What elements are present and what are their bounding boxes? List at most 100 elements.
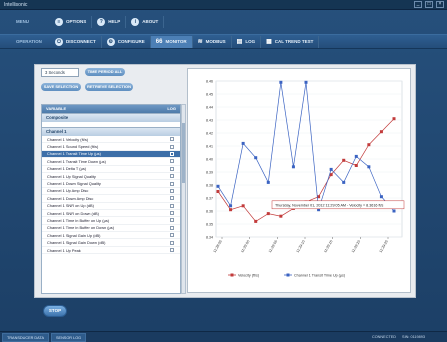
log-checkbox[interactable]	[170, 181, 174, 186]
menu-label: MENU	[16, 19, 29, 24]
variable-row[interactable]: Channel 1 SNR on Up (dB)	[42, 203, 180, 210]
y-tick-label: 8.35	[206, 222, 213, 226]
save-selection-button[interactable]: SAVE SELECTION	[41, 83, 81, 91]
cal-trend-test-label: CAL TREND TEST	[274, 39, 314, 44]
variable-row[interactable]: Channel 1 Down Signal Quality	[42, 180, 180, 188]
log-button[interactable]: ▤ LOG	[232, 35, 262, 48]
variable-row[interactable]: Channel 1 SNR on Down (dB)	[42, 210, 180, 218]
about-menu-item[interactable]: i ABOUT	[126, 15, 165, 28]
variable-row[interactable]: Channel 1 Down Amp Disc	[42, 195, 180, 203]
about-label: ABOUT	[142, 19, 159, 24]
log-checkbox[interactable]	[170, 211, 174, 216]
legend-label: Channel 1 Transit Time Up (µs)	[294, 273, 345, 277]
y-tick-label: 8.43	[206, 118, 213, 122]
data-point	[392, 209, 396, 213]
trend-chart-panel: 8.46 8.45 8.44 8.43 8.42 8.41 8.40 8.39 8.38 8.37…	[187, 68, 411, 293]
options-menu-item[interactable]: ≡ OPTIONS	[50, 15, 93, 28]
close-button[interactable]: ×	[436, 1, 444, 8]
time-period-button[interactable]: TIME PERIOD ALL	[85, 68, 125, 76]
variable-row[interactable]: Channel 1 Signal Gain Down (dB)	[42, 239, 180, 247]
transducer-data-tab[interactable]: TRANSDUCER DATA	[2, 332, 49, 342]
log-checkbox[interactable]	[170, 166, 174, 171]
data-point	[216, 190, 220, 193]
connection-status: CONNECTED SIN: 0119893	[372, 335, 425, 339]
wireless-icon: ≋	[197, 39, 203, 45]
app-window: Intellisonic _ □ × MENU ≡ OPTIONS ? HELP…	[0, 0, 447, 342]
serial-number: SIN: 0119893	[402, 335, 425, 339]
x-tick-label: 11:29:05	[268, 240, 278, 254]
help-label: HELP	[108, 19, 121, 24]
group-composite[interactable]: Composite	[42, 113, 180, 122]
data-point	[392, 117, 396, 121]
variable-row[interactable]: Channel 1 Time in Buffer on Down (µs)	[42, 225, 180, 233]
log-checkbox[interactable]	[170, 137, 174, 142]
log-checkbox[interactable]	[170, 196, 174, 201]
log-checkbox[interactable]	[170, 144, 174, 149]
variable-row[interactable]: Channel 1 Up Amp Disc	[42, 188, 180, 196]
monitor-icon: 66	[155, 38, 163, 45]
variable-row-label: Channel 1 Up Signal Quality	[47, 173, 96, 179]
disconnect-label: DISCONNECT	[66, 39, 96, 44]
window-titlebar: Intellisonic _ □ ×	[0, 0, 447, 10]
monitor-button[interactable]: 66 MONITOR	[150, 35, 193, 48]
log-checkbox[interactable]	[170, 233, 174, 238]
data-point	[367, 143, 371, 147]
log-checkbox[interactable]	[170, 248, 174, 253]
data-point	[354, 154, 358, 158]
app-name: Intellisonic	[4, 2, 28, 8]
legend-label: Velocity (ft/s)	[238, 273, 259, 277]
log-checkbox[interactable]	[170, 203, 174, 208]
window-controls: _ □ ×	[414, 1, 444, 8]
modbus-button[interactable]: ≋ MODBUS	[193, 35, 232, 48]
legend-marker	[286, 273, 290, 277]
data-point	[229, 204, 233, 208]
cal-trend-test-button[interactable]: ▦ CAL TREND TEST	[261, 35, 320, 48]
sensor-log-tab[interactable]: SENSOR LOG	[51, 332, 87, 342]
variable-row[interactable]: Channel 1 Up Signal Quality	[42, 173, 180, 181]
log-checkbox[interactable]	[170, 159, 174, 164]
y-tick-label: 8.36	[206, 209, 213, 213]
configure-button[interactable]: ⚙ CONFIGURE	[102, 35, 151, 48]
variable-row-label: Channel 1 Up Peak	[47, 247, 81, 253]
data-point	[216, 184, 220, 188]
variable-row[interactable]: Channel 1 Sound Speed (ft/s)	[42, 143, 180, 151]
interval-select[interactable]: 3 Seconds	[41, 68, 79, 77]
stop-button[interactable]: STOP	[43, 305, 67, 317]
data-point	[241, 141, 245, 145]
group-channel-1[interactable]: Channel 1	[42, 127, 180, 136]
connection-label: CONNECTED	[371, 335, 397, 339]
log-checkbox[interactable]	[170, 151, 174, 156]
operation-toolbar: OPERATION ⏻ DISCONNECT ⚙ CONFIGURE 66 MO…	[0, 34, 447, 49]
log-checkbox[interactable]	[170, 225, 174, 230]
log-checkbox[interactable]	[170, 218, 174, 223]
options-icon: ≡	[55, 17, 63, 26]
variable-row[interactable]: Channel 1 Transit Time Up (µs)	[42, 150, 180, 159]
log-checkbox[interactable]	[170, 240, 174, 245]
variable-scrollbar[interactable]	[181, 104, 186, 294]
variable-row[interactable]: Channel 1 Velocity (ft/s)	[42, 136, 180, 144]
maximize-button[interactable]: □	[425, 1, 433, 8]
variable-row-label: Channel 1 Up Amp Disc	[47, 188, 89, 194]
variable-row-label: Channel 1 Delta T (µs)	[47, 166, 87, 172]
variable-row-label: Channel 1 Time in Buffer on Down (µs)	[47, 225, 115, 231]
variable-row[interactable]: Channel 1 Time in Buffer on Up (µs)	[42, 217, 180, 225]
variable-row[interactable]: Channel 1 Transit Time Down (µs)	[42, 158, 180, 166]
log-checkbox[interactable]	[170, 174, 174, 179]
trend-chart: 8.46 8.45 8.44 8.43 8.42 8.41 8.40 8.39 8.38 8.37…	[206, 79, 405, 277]
variable-row[interactable]: Channel 1 Delta T (µs)	[42, 166, 180, 173]
log-checkbox[interactable]	[170, 188, 174, 193]
data-point	[229, 208, 233, 212]
y-tick-label: 8.44	[206, 105, 213, 109]
retrieve-selection-button[interactable]: RETRIEVE SELECTION	[85, 83, 133, 91]
help-menu-item[interactable]: ? HELP	[92, 15, 127, 28]
y-tick-label: 8.40	[206, 157, 213, 161]
variable-row[interactable]: Channel 1 Signal Gain Up (dB)	[42, 232, 180, 240]
scrollbar-thumb[interactable]	[182, 123, 185, 183]
variable-row-label: Channel 1 SNR on Up (dB)	[47, 203, 94, 209]
minimize-button[interactable]: _	[414, 1, 422, 8]
variable-table-header: VARIABLE LOG	[42, 105, 180, 113]
data-point	[266, 180, 270, 184]
data-point	[266, 212, 270, 216]
disconnect-button[interactable]: ⏻ DISCONNECT	[50, 35, 102, 48]
variable-row[interactable]: Channel 1 Up Peak	[42, 247, 180, 255]
